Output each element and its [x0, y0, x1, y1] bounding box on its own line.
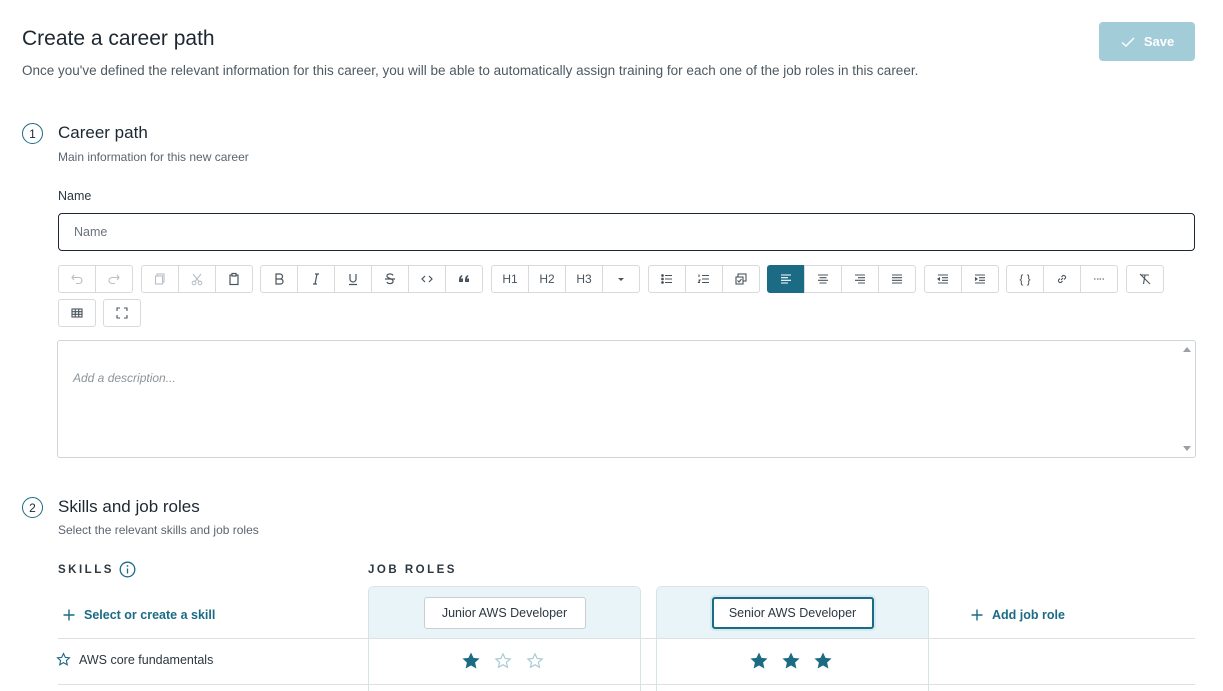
star-outline-icon[interactable] [56, 652, 71, 667]
heading-3-button[interactable]: H3 [565, 265, 603, 293]
name-label: Name [58, 189, 92, 203]
redo-icon [108, 274, 120, 285]
info-icon[interactable] [119, 561, 136, 578]
indent-icon [974, 274, 985, 284]
heading-1-button[interactable]: H1 [491, 265, 529, 293]
section-title-career-path: Career path [58, 123, 148, 142]
clear-format-icon [1139, 273, 1151, 285]
italic-button[interactable] [297, 265, 335, 293]
code-button[interactable] [408, 265, 446, 293]
check-icon [1121, 37, 1135, 47]
select-skill-button[interactable]: Select or create a skill [62, 608, 215, 622]
strikethrough-button[interactable] [371, 265, 409, 293]
undo-icon [71, 274, 83, 285]
align-center-button[interactable] [804, 265, 842, 293]
fullscreen-icon [116, 307, 128, 319]
undo-button[interactable] [58, 265, 96, 293]
add-job-role-button[interactable]: Add job role [970, 608, 1065, 622]
horizontal-rule-button[interactable] [1080, 265, 1118, 293]
paste-button[interactable] [215, 265, 253, 293]
step-number-2: 2 [22, 497, 43, 518]
paste-icon [229, 272, 239, 286]
step-number-1: 1 [22, 123, 43, 144]
section-title-skills: Skills and job roles [58, 497, 200, 516]
table-button[interactable] [58, 299, 96, 327]
align-left-icon [781, 274, 791, 284]
star-filled-icon[interactable] [782, 652, 800, 670]
bold-icon [275, 273, 284, 285]
clear-format-button[interactable] [1126, 265, 1164, 293]
indent-button[interactable] [961, 265, 999, 293]
table-icon [71, 308, 83, 318]
table-divider [58, 638, 1195, 639]
page-title: Create a career path [22, 27, 215, 50]
star-filled-icon[interactable] [814, 652, 832, 670]
section-subtitle-career-path: Main information for this new career [58, 150, 249, 164]
skill-level-rating[interactable] [750, 652, 832, 670]
underline-button[interactable] [334, 265, 372, 293]
task-list-button[interactable] [722, 265, 760, 293]
numbered-list-button[interactable] [685, 265, 723, 293]
skill-level-rating[interactable] [462, 652, 544, 670]
caret-down-icon [618, 278, 624, 281]
quote-icon [459, 275, 469, 282]
quote-button[interactable] [445, 265, 483, 293]
star-filled-icon[interactable] [750, 652, 768, 670]
bullet-list-button[interactable] [648, 265, 686, 293]
scroll-down-arrow[interactable] [1183, 446, 1191, 451]
align-right-button[interactable] [841, 265, 879, 293]
copy-button[interactable] [141, 265, 179, 293]
align-justify-icon [892, 274, 902, 284]
job-role-name-input[interactable] [423, 597, 586, 629]
outdent-icon [937, 274, 948, 284]
skills-column-header: SKILLS [58, 564, 114, 576]
name-input[interactable] [58, 213, 1195, 251]
select-skill-label: Select or create a skill [84, 608, 216, 622]
copy-icon [154, 273, 165, 285]
align-right-icon [855, 274, 865, 284]
numbered-list-icon [697, 274, 709, 284]
job-role-header [369, 587, 640, 639]
bold-button[interactable] [260, 265, 298, 293]
code-block-button[interactable]: { } [1006, 265, 1044, 293]
job-role-header [657, 587, 928, 639]
table-divider [58, 684, 1195, 685]
description-editor[interactable]: Add a description... [57, 340, 1196, 458]
code-icon [421, 275, 433, 283]
underline-icon [349, 274, 357, 286]
star-empty-icon[interactable] [494, 652, 512, 670]
align-center-icon [818, 274, 828, 284]
link-icon [1057, 274, 1067, 284]
cut-button[interactable] [178, 265, 216, 293]
plus-icon [63, 609, 75, 621]
fullscreen-button[interactable] [103, 299, 141, 327]
scroll-up-arrow[interactable] [1183, 347, 1191, 352]
align-justify-button[interactable] [878, 265, 916, 293]
star-filled-icon[interactable] [462, 652, 480, 670]
skill-row: AWS core fundamentals [56, 652, 213, 667]
horizontal-rule-icon [1094, 278, 1104, 280]
job-roles-column-header: JOB ROLES [368, 564, 457, 576]
align-left-button[interactable] [767, 265, 805, 293]
link-button[interactable] [1043, 265, 1081, 293]
heading-dropdown-button[interactable] [602, 265, 640, 293]
save-button-label: Save [1143, 34, 1175, 49]
add-job-role-label: Add job role [992, 608, 1065, 622]
save-button[interactable]: Save [1099, 22, 1195, 61]
bullet-list-icon [661, 274, 672, 284]
task-list-icon [735, 273, 747, 285]
star-empty-icon[interactable] [526, 652, 544, 670]
job-role-name-input[interactable] [711, 597, 874, 629]
cut-icon [191, 273, 203, 286]
strikethrough-icon [385, 273, 395, 285]
heading-2-button[interactable]: H2 [528, 265, 566, 293]
skill-name: AWS core fundamentals [79, 652, 214, 667]
description-placeholder: Add a description... [73, 371, 176, 385]
plus-icon [971, 609, 983, 621]
outdent-button[interactable] [924, 265, 962, 293]
redo-button[interactable] [95, 265, 133, 293]
italic-icon [313, 273, 319, 285]
section-subtitle-skills: Select the relevant skills and job roles [58, 523, 259, 537]
page-subtitle: Once you've defined the relevant informa… [22, 63, 919, 78]
